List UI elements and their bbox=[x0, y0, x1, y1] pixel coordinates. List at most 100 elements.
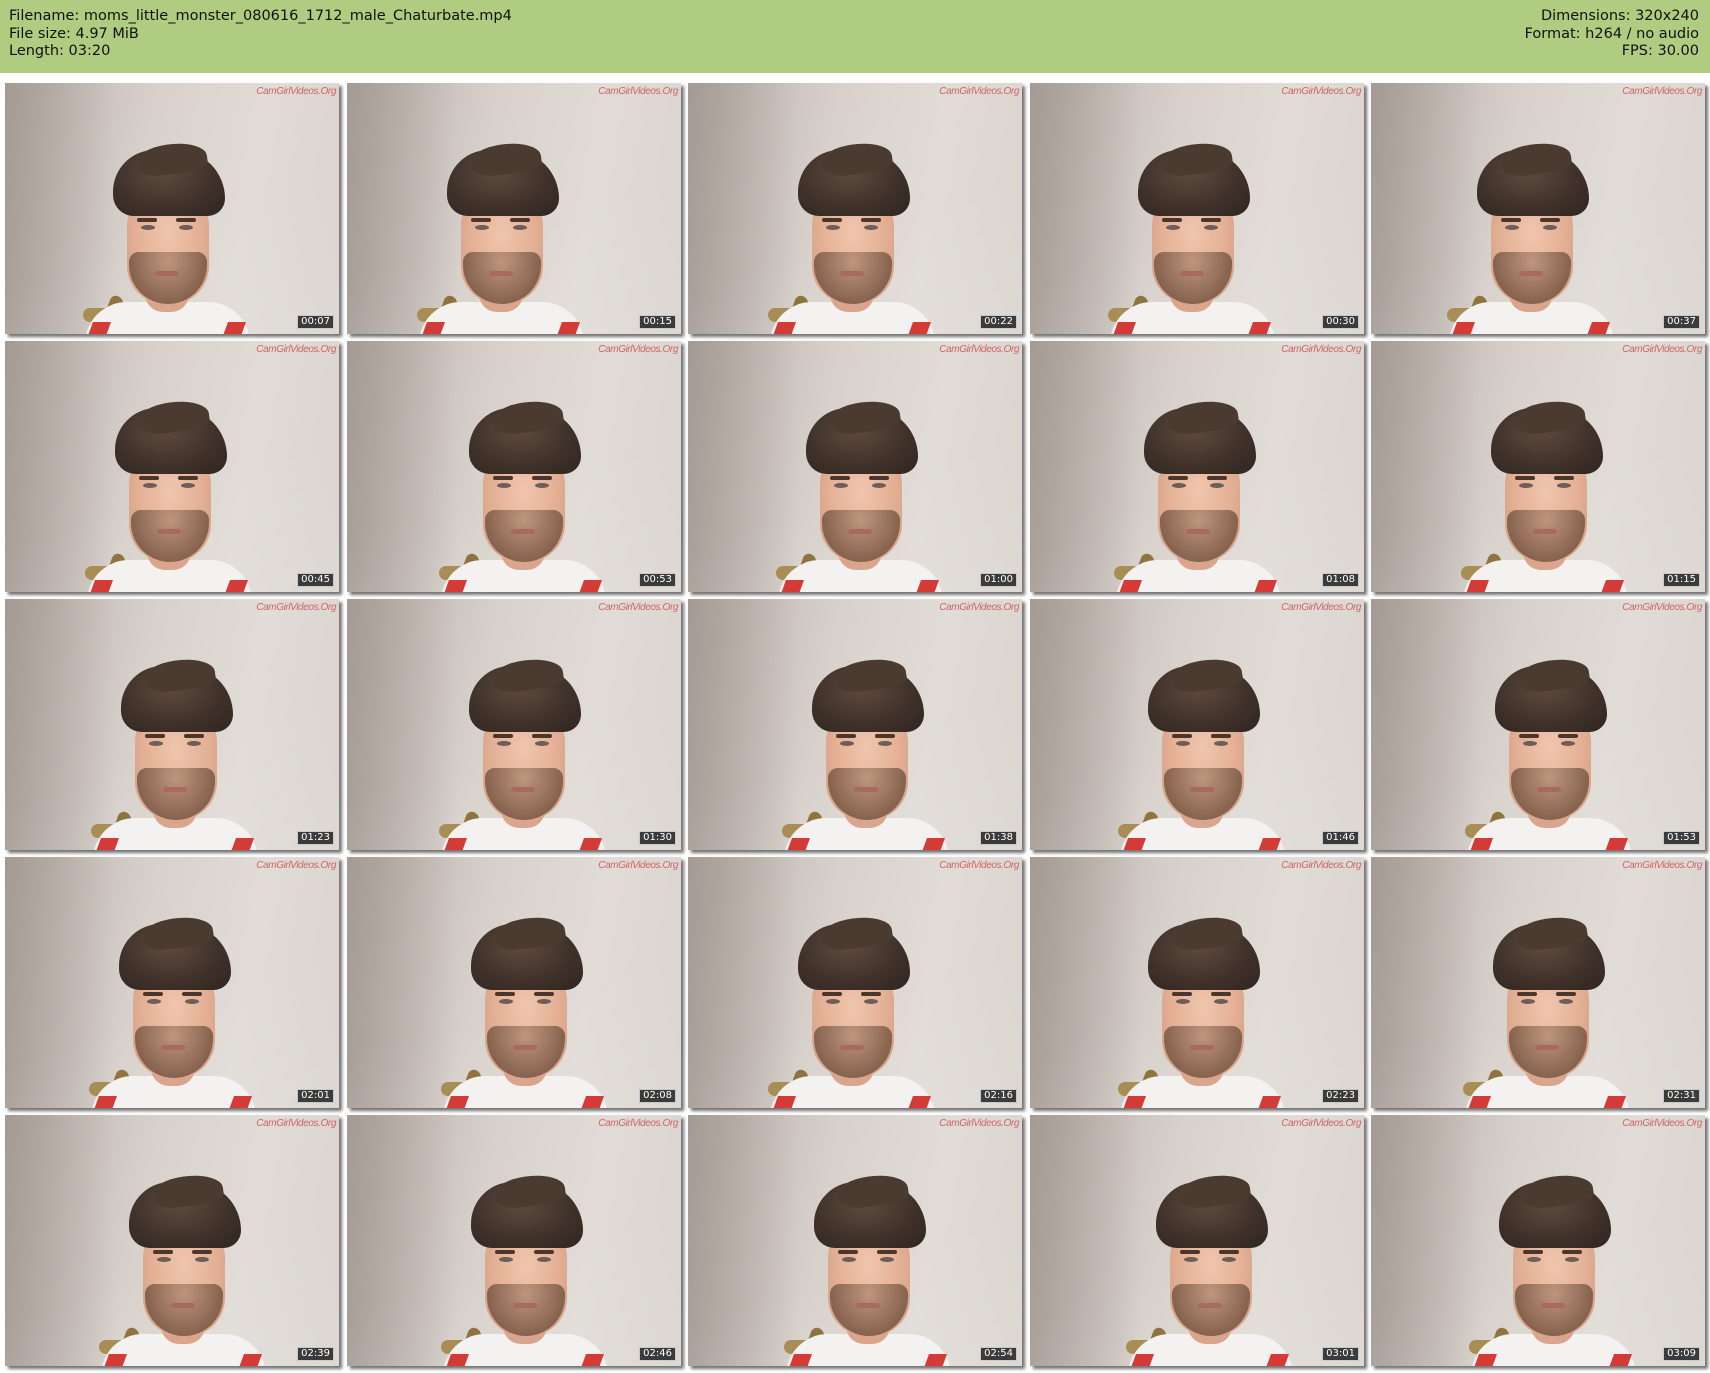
left-eye bbox=[1184, 1257, 1198, 1262]
shirt-stripe bbox=[1254, 1096, 1282, 1108]
beard bbox=[1493, 252, 1571, 304]
left-eyebrow bbox=[145, 734, 165, 738]
video-thumbnail[interactable]: CamGirlVideos.Org 02:08 bbox=[347, 857, 681, 1108]
shirt-stripe bbox=[442, 1354, 470, 1366]
video-thumbnail[interactable]: CamGirlVideos.Org 00:15 bbox=[347, 83, 681, 334]
mouth bbox=[840, 271, 864, 276]
left-eyebrow bbox=[1501, 218, 1521, 222]
left-eye bbox=[842, 1257, 856, 1262]
right-eyebrow bbox=[1554, 476, 1574, 480]
video-thumbnail[interactable]: CamGirlVideos.Org 01:38 bbox=[688, 599, 1022, 850]
video-thumbnail[interactable]: CamGirlVideos.Org 01:30 bbox=[347, 599, 681, 850]
left-eye bbox=[826, 225, 840, 230]
shirt-stripe bbox=[769, 322, 797, 334]
person-figure bbox=[1118, 1166, 1298, 1366]
mouth bbox=[161, 1045, 185, 1050]
left-eye bbox=[497, 741, 511, 746]
left-eyebrow bbox=[838, 1250, 858, 1254]
right-eye bbox=[1565, 1257, 1579, 1262]
mouth bbox=[163, 787, 187, 792]
watermark-text: CamGirlVideos.Org bbox=[939, 1118, 1019, 1129]
video-thumbnail[interactable]: CamGirlVideos.Org 01:53 bbox=[1371, 599, 1705, 850]
file-info-right: Dimensions: 320x240 Format: h264 / no au… bbox=[1525, 8, 1699, 61]
beard bbox=[814, 1026, 892, 1078]
shirt-stripe bbox=[1462, 580, 1490, 592]
right-eyebrow bbox=[1558, 734, 1578, 738]
video-thumbnail[interactable]: CamGirlVideos.Org 00:22 bbox=[688, 83, 1022, 334]
watermark-text: CamGirlVideos.Org bbox=[1622, 1118, 1702, 1129]
video-thumbnail[interactable]: CamGirlVideos.Org 01:15 bbox=[1371, 341, 1705, 592]
beard bbox=[131, 510, 209, 562]
right-eye bbox=[1214, 741, 1228, 746]
video-thumbnail[interactable]: CamGirlVideos.Org 01:23 bbox=[5, 599, 339, 850]
right-eye bbox=[872, 483, 886, 488]
watermark-text: CamGirlVideos.Org bbox=[598, 1118, 678, 1129]
video-thumbnail[interactable]: CamGirlVideos.Org 01:46 bbox=[1030, 599, 1364, 850]
shirt-stripe bbox=[440, 838, 468, 850]
watermark-text: CamGirlVideos.Org bbox=[1622, 86, 1702, 97]
video-thumbnail[interactable]: CamGirlVideos.Org 02:39 bbox=[5, 1115, 339, 1366]
video-thumbnail[interactable]: CamGirlVideos.Org 00:30 bbox=[1030, 83, 1364, 334]
watermark-text: CamGirlVideos.Org bbox=[1281, 86, 1361, 97]
video-thumbnail[interactable]: CamGirlVideos.Org 02:16 bbox=[688, 857, 1022, 1108]
person-figure bbox=[768, 392, 948, 592]
thumbnail-timestamp: 01:08 bbox=[1322, 573, 1359, 587]
format-value: h264 / no audio bbox=[1585, 25, 1699, 42]
dimensions-line: Dimensions: 320x240 bbox=[1525, 8, 1699, 26]
filename-line: Filename: moms_little_monster_080616_171… bbox=[9, 8, 512, 26]
beard bbox=[135, 1026, 213, 1078]
person-figure bbox=[1457, 650, 1637, 850]
mouth bbox=[155, 271, 179, 276]
right-eye bbox=[181, 483, 195, 488]
beard bbox=[137, 768, 215, 820]
video-thumbnail[interactable]: CamGirlVideos.Org 03:09 bbox=[1371, 1115, 1705, 1366]
mouth bbox=[1533, 529, 1557, 534]
video-thumbnail[interactable]: CamGirlVideos.Org 02:23 bbox=[1030, 857, 1364, 1108]
video-thumbnail[interactable]: CamGirlVideos.Org 02:31 bbox=[1371, 857, 1705, 1108]
beard bbox=[1515, 1284, 1593, 1336]
right-eye bbox=[1214, 999, 1228, 1004]
video-thumbnail[interactable]: CamGirlVideos.Org 00:37 bbox=[1371, 83, 1705, 334]
thumbnail-timestamp: 02:39 bbox=[297, 1347, 334, 1361]
watermark-text: CamGirlVideos.Org bbox=[1281, 1118, 1361, 1129]
left-eye bbox=[499, 999, 513, 1004]
watermark-text: CamGirlVideos.Org bbox=[598, 602, 678, 613]
video-thumbnail[interactable]: CamGirlVideos.Org 02:46 bbox=[347, 1115, 681, 1366]
left-eye bbox=[1519, 483, 1533, 488]
right-eyebrow bbox=[184, 734, 204, 738]
mouth bbox=[856, 1303, 880, 1308]
thumbnail-timestamp: 01:53 bbox=[1663, 831, 1700, 845]
shirt-stripe bbox=[904, 1096, 932, 1108]
right-eye bbox=[1210, 483, 1224, 488]
video-thumbnail[interactable]: CamGirlVideos.Org 01:00 bbox=[688, 341, 1022, 592]
watermark-text: CamGirlVideos.Org bbox=[1281, 860, 1361, 871]
shirt-stripe bbox=[1470, 1354, 1498, 1366]
video-thumbnail[interactable]: CamGirlVideos.Org 00:45 bbox=[5, 341, 339, 592]
video-thumbnail[interactable]: CamGirlVideos.Org 00:07 bbox=[5, 83, 339, 334]
video-thumbnail[interactable]: CamGirlVideos.Org 02:01 bbox=[5, 857, 339, 1108]
right-eye bbox=[535, 741, 549, 746]
thumbnail-timestamp: 01:46 bbox=[1322, 831, 1359, 845]
right-eyebrow bbox=[176, 218, 196, 222]
shirt-stripe bbox=[219, 322, 247, 334]
thumbnail-timestamp: 02:16 bbox=[980, 1089, 1017, 1103]
right-eye bbox=[880, 1257, 894, 1262]
beard bbox=[1509, 1026, 1587, 1078]
beard bbox=[485, 768, 563, 820]
video-thumbnail[interactable]: CamGirlVideos.Org 03:01 bbox=[1030, 1115, 1364, 1366]
filesize-label: File size: bbox=[9, 25, 71, 42]
left-eye bbox=[1166, 225, 1180, 230]
thumbnail-timestamp: 01:15 bbox=[1663, 573, 1700, 587]
mouth bbox=[1198, 1303, 1222, 1308]
shirt-stripe bbox=[442, 1096, 470, 1108]
video-thumbnail[interactable]: CamGirlVideos.Org 00:53 bbox=[347, 341, 681, 592]
right-eyebrow bbox=[1211, 992, 1231, 996]
video-thumbnail[interactable]: CamGirlVideos.Org 02:54 bbox=[688, 1115, 1022, 1366]
shirt-stripe bbox=[1605, 1354, 1633, 1366]
shirt-stripe bbox=[920, 1354, 948, 1366]
right-eyebrow bbox=[534, 1250, 554, 1254]
left-eyebrow bbox=[1523, 1250, 1543, 1254]
right-eye bbox=[1204, 225, 1218, 230]
right-eye bbox=[185, 999, 199, 1004]
video-thumbnail[interactable]: CamGirlVideos.Org 01:08 bbox=[1030, 341, 1364, 592]
